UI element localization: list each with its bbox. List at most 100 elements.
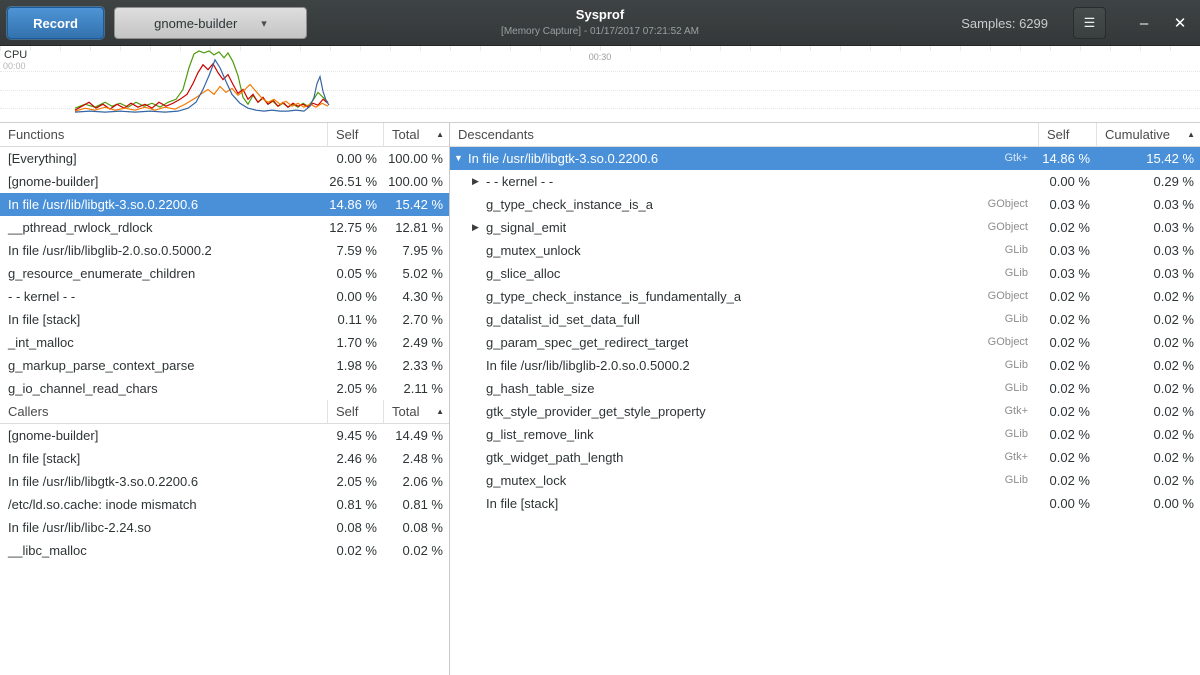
app-title: Sysprof <box>320 8 880 22</box>
expander-open-icon[interactable]: ▼ <box>454 147 468 170</box>
tree-row[interactable]: g_datalist_id_set_data_fullGLib0.02 %0.0… <box>450 308 1200 331</box>
table-row[interactable]: [Everything]0.00 %100.00 % <box>0 147 449 170</box>
table-row[interactable]: __pthread_rwlock_rdlock12.75 %12.81 % <box>0 216 449 239</box>
table-row[interactable]: In file [stack]2.46 %2.48 % <box>0 447 449 470</box>
table-row[interactable]: In file /usr/lib/libc-2.24.so0.08 %0.08 … <box>0 516 449 539</box>
row-self-value: 0.05 % <box>327 262 383 285</box>
column-header-functions[interactable]: Functions <box>0 123 327 146</box>
library-badge: GObject <box>988 193 1038 216</box>
column-header-cumulative[interactable]: Cumulative ▲ <box>1096 123 1200 146</box>
functions-panel: Functions Self Total ▲ [Everything]0.00 … <box>0 123 450 675</box>
row-cumulative-value: 0.03 % <box>1096 262 1200 285</box>
row-function-name: [gnome-builder] <box>0 424 327 447</box>
table-row[interactable]: _int_malloc1.70 %2.49 % <box>0 331 449 354</box>
tree-row[interactable]: g_type_check_instance_is_aGObject0.03 %0… <box>450 193 1200 216</box>
tree-row[interactable]: g_hash_table_sizeGLib0.02 %0.02 % <box>450 377 1200 400</box>
table-row[interactable]: g_io_channel_read_chars2.05 %2.11 % <box>0 377 449 400</box>
row-name-cell: In file /usr/lib/libglib-2.0.so.0.5000.2… <box>450 354 1038 377</box>
row-function-name: g_param_spec_get_redirect_target <box>486 331 688 354</box>
row-function-name: _int_malloc <box>0 331 327 354</box>
profile-view: Functions Self Total ▲ [Everything]0.00 … <box>0 123 1200 675</box>
samples-count: Samples: 6299 <box>961 16 1048 31</box>
tree-row[interactable]: g_mutex_lockGLib0.02 %0.02 % <box>450 469 1200 492</box>
row-function-name: - - kernel - - <box>486 170 553 193</box>
row-self-value: 0.02 % <box>1038 446 1096 469</box>
row-self-value: 1.70 % <box>327 331 383 354</box>
cpu-graph[interactable]: CPU 00:00 00:30 <box>0 46 1200 123</box>
tree-row[interactable]: g_mutex_unlockGLib0.03 %0.03 % <box>450 239 1200 262</box>
tree-row[interactable]: In file /usr/lib/libglib-2.0.so.0.5000.2… <box>450 354 1200 377</box>
minimize-button[interactable]: – <box>1128 7 1160 39</box>
library-badge: GLib <box>1005 469 1038 492</box>
table-row[interactable]: [gnome-builder]26.51 %100.00 % <box>0 170 449 193</box>
column-header-descendants[interactable]: Descendants <box>450 123 1038 146</box>
row-function-name: gtk_widget_path_length <box>486 446 623 469</box>
tree-row[interactable]: g_slice_allocGLib0.03 %0.03 % <box>450 262 1200 285</box>
table-row[interactable]: __libc_malloc0.02 %0.02 % <box>0 539 449 562</box>
row-total-value: 2.70 % <box>383 308 449 331</box>
row-cumulative-value: 0.02 % <box>1096 354 1200 377</box>
tree-row[interactable]: g_type_check_instance_is_fundamentally_a… <box>450 285 1200 308</box>
row-function-name: gtk_style_provider_get_style_property <box>486 400 706 423</box>
expander-closed-icon[interactable]: ▶ <box>472 170 486 193</box>
table-row[interactable]: In file /usr/lib/libgtk-3.so.0.2200.62.0… <box>0 470 449 493</box>
row-total-value: 14.49 % <box>383 424 449 447</box>
row-total-value: 2.48 % <box>383 447 449 470</box>
row-total-value: 2.49 % <box>383 331 449 354</box>
row-total-value: 2.06 % <box>383 470 449 493</box>
row-cumulative-value: 0.03 % <box>1096 193 1200 216</box>
tree-row[interactable]: gtk_style_provider_get_style_propertyGtk… <box>450 400 1200 423</box>
library-badge: Gtk+ <box>1004 147 1038 170</box>
column-header-self[interactable]: Self <box>1038 123 1096 146</box>
row-self-value: 0.02 % <box>1038 216 1096 239</box>
table-row[interactable]: [gnome-builder]9.45 %14.49 % <box>0 424 449 447</box>
table-row[interactable]: In file [stack]0.11 %2.70 % <box>0 308 449 331</box>
menu-button[interactable]: ☰ <box>1073 7 1106 39</box>
row-self-value: 0.03 % <box>1038 239 1096 262</box>
tree-row[interactable]: ▼In file /usr/lib/libgtk-3.so.0.2200.6Gt… <box>450 147 1200 170</box>
row-total-value: 0.08 % <box>383 516 449 539</box>
row-cumulative-value: 0.00 % <box>1096 492 1200 515</box>
tree-row[interactable]: In file [stack]0.00 %0.00 % <box>450 492 1200 515</box>
table-row[interactable]: /etc/ld.so.cache: inode mismatch0.81 %0.… <box>0 493 449 516</box>
row-name-cell: g_type_check_instance_is_a GObject <box>450 193 1038 216</box>
row-total-value: 100.00 % <box>383 170 449 193</box>
tree-row[interactable]: ▶- - kernel - -0.00 %0.29 % <box>450 170 1200 193</box>
row-name-cell: ▶g_signal_emitGObject <box>450 216 1038 239</box>
row-function-name: g_list_remove_link <box>486 423 594 446</box>
row-function-name: g_type_check_instance_is_fundamentally_a <box>486 285 741 308</box>
row-function-name: g_slice_alloc <box>486 262 560 285</box>
row-self-value: 0.08 % <box>327 516 383 539</box>
descendants-table-body: ▼In file /usr/lib/libgtk-3.so.0.2200.6Gt… <box>450 147 1200 515</box>
column-header-self[interactable]: Self <box>327 123 383 146</box>
library-badge: GLib <box>1005 262 1038 285</box>
table-row[interactable]: g_resource_enumerate_children0.05 %5.02 … <box>0 262 449 285</box>
expander-closed-icon[interactable]: ▶ <box>472 216 486 239</box>
tree-row[interactable]: gtk_widget_path_lengthGtk+0.02 %0.02 % <box>450 446 1200 469</box>
row-function-name: In file [stack] <box>0 308 327 331</box>
tree-row[interactable]: g_list_remove_linkGLib0.02 %0.02 % <box>450 423 1200 446</box>
table-row[interactable]: g_markup_parse_context_parse1.98 %2.33 % <box>0 354 449 377</box>
tree-row[interactable]: ▶g_signal_emitGObject0.02 %0.03 % <box>450 216 1200 239</box>
sort-indicator-icon: ▲ <box>436 400 444 423</box>
row-self-value: 0.00 % <box>327 285 383 308</box>
row-cumulative-value: 15.42 % <box>1096 147 1200 170</box>
record-button[interactable]: Record <box>7 7 104 39</box>
chevron-down-icon: ▾ <box>261 17 267 30</box>
close-button[interactable]: ✕ <box>1164 7 1196 39</box>
column-header-callers[interactable]: Callers <box>0 400 327 423</box>
tree-row[interactable]: g_param_spec_get_redirect_targetGObject0… <box>450 331 1200 354</box>
row-cumulative-value: 0.02 % <box>1096 400 1200 423</box>
table-row[interactable]: In file /usr/lib/libgtk-3.so.0.2200.614.… <box>0 193 449 216</box>
table-row[interactable]: - - kernel - -0.00 %4.30 % <box>0 285 449 308</box>
row-function-name: g_type_check_instance_is_a <box>486 193 653 216</box>
table-row[interactable]: In file /usr/lib/libglib-2.0.so.0.5000.2… <box>0 239 449 262</box>
column-header-total[interactable]: Total ▲ <box>383 123 449 146</box>
process-dropdown[interactable]: gnome-builder ▾ <box>114 7 307 39</box>
row-total-value: 7.95 % <box>383 239 449 262</box>
row-cumulative-value: 0.29 % <box>1096 170 1200 193</box>
row-name-cell: gtk_widget_path_lengthGtk+ <box>450 446 1038 469</box>
column-header-total[interactable]: Total ▲ <box>383 400 449 423</box>
row-self-value: 14.86 % <box>327 193 383 216</box>
column-header-self[interactable]: Self <box>327 400 383 423</box>
